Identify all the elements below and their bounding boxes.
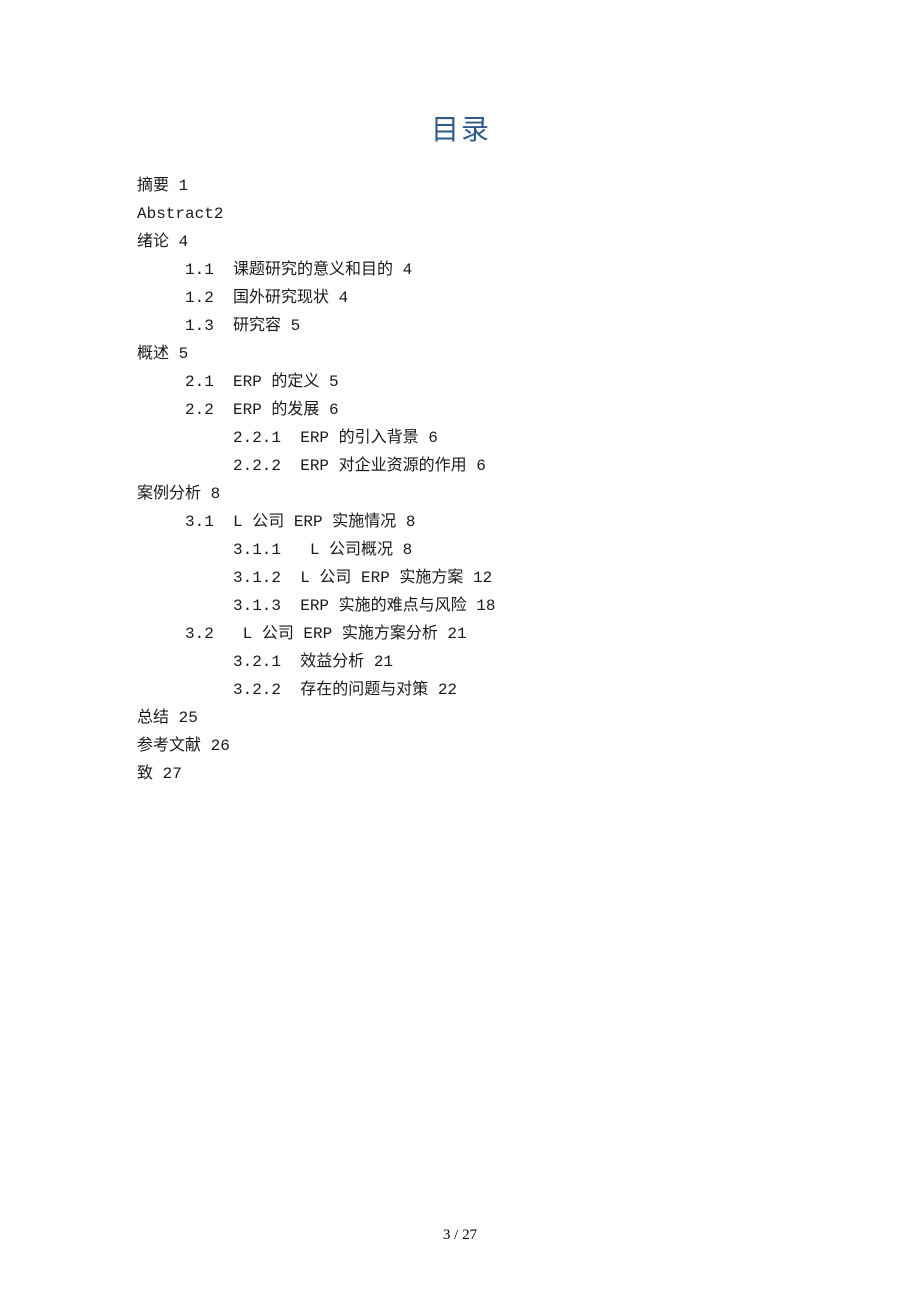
toc-entry: 总结 25	[137, 704, 785, 732]
toc-entry: 1.1 课题研究的意义和目的 4	[137, 256, 785, 284]
toc-list: 摘要 1Abstract2绪论 41.1 课题研究的意义和目的 41.2 国外研…	[137, 172, 785, 788]
toc-entry: 2.2.1 ERP 的引入背景 6	[137, 424, 785, 452]
toc-entry: 2.2.2 ERP 对企业资源的作用 6	[137, 452, 785, 480]
page-content: 目录 摘要 1Abstract2绪论 41.1 课题研究的意义和目的 41.2 …	[0, 0, 920, 788]
toc-entry: 2.2 ERP 的发展 6	[137, 396, 785, 424]
toc-entry: 概述 5	[137, 340, 785, 368]
toc-entry: 1.3 研究容 5	[137, 312, 785, 340]
toc-entry: 3.1.3 ERP 实施的难点与风险 18	[137, 592, 785, 620]
toc-title: 目录	[137, 108, 785, 148]
toc-entry: 绪论 4	[137, 228, 785, 256]
toc-entry: 3.2.2 存在的问题与对策 22	[137, 676, 785, 704]
toc-entry: 3.2.1 效益分析 21	[137, 648, 785, 676]
toc-entry: 3.1.2 L 公司 ERP 实施方案 12	[137, 564, 785, 592]
toc-entry: 3.2 L 公司 ERP 实施方案分析 21	[137, 620, 785, 648]
toc-entry: 3.1 L 公司 ERP 实施情况 8	[137, 508, 785, 536]
toc-entry: 致 27	[137, 760, 785, 788]
toc-entry: 案例分析 8	[137, 480, 785, 508]
toc-entry: 2.1 ERP 的定义 5	[137, 368, 785, 396]
page-footer: 3 / 27	[0, 1227, 920, 1244]
toc-entry: 参考文献 26	[137, 732, 785, 760]
toc-entry: 1.2 国外研究现状 4	[137, 284, 785, 312]
toc-entry: Abstract2	[137, 200, 785, 228]
toc-entry: 3.1.1 L 公司概况 8	[137, 536, 785, 564]
toc-entry: 摘要 1	[137, 172, 785, 200]
